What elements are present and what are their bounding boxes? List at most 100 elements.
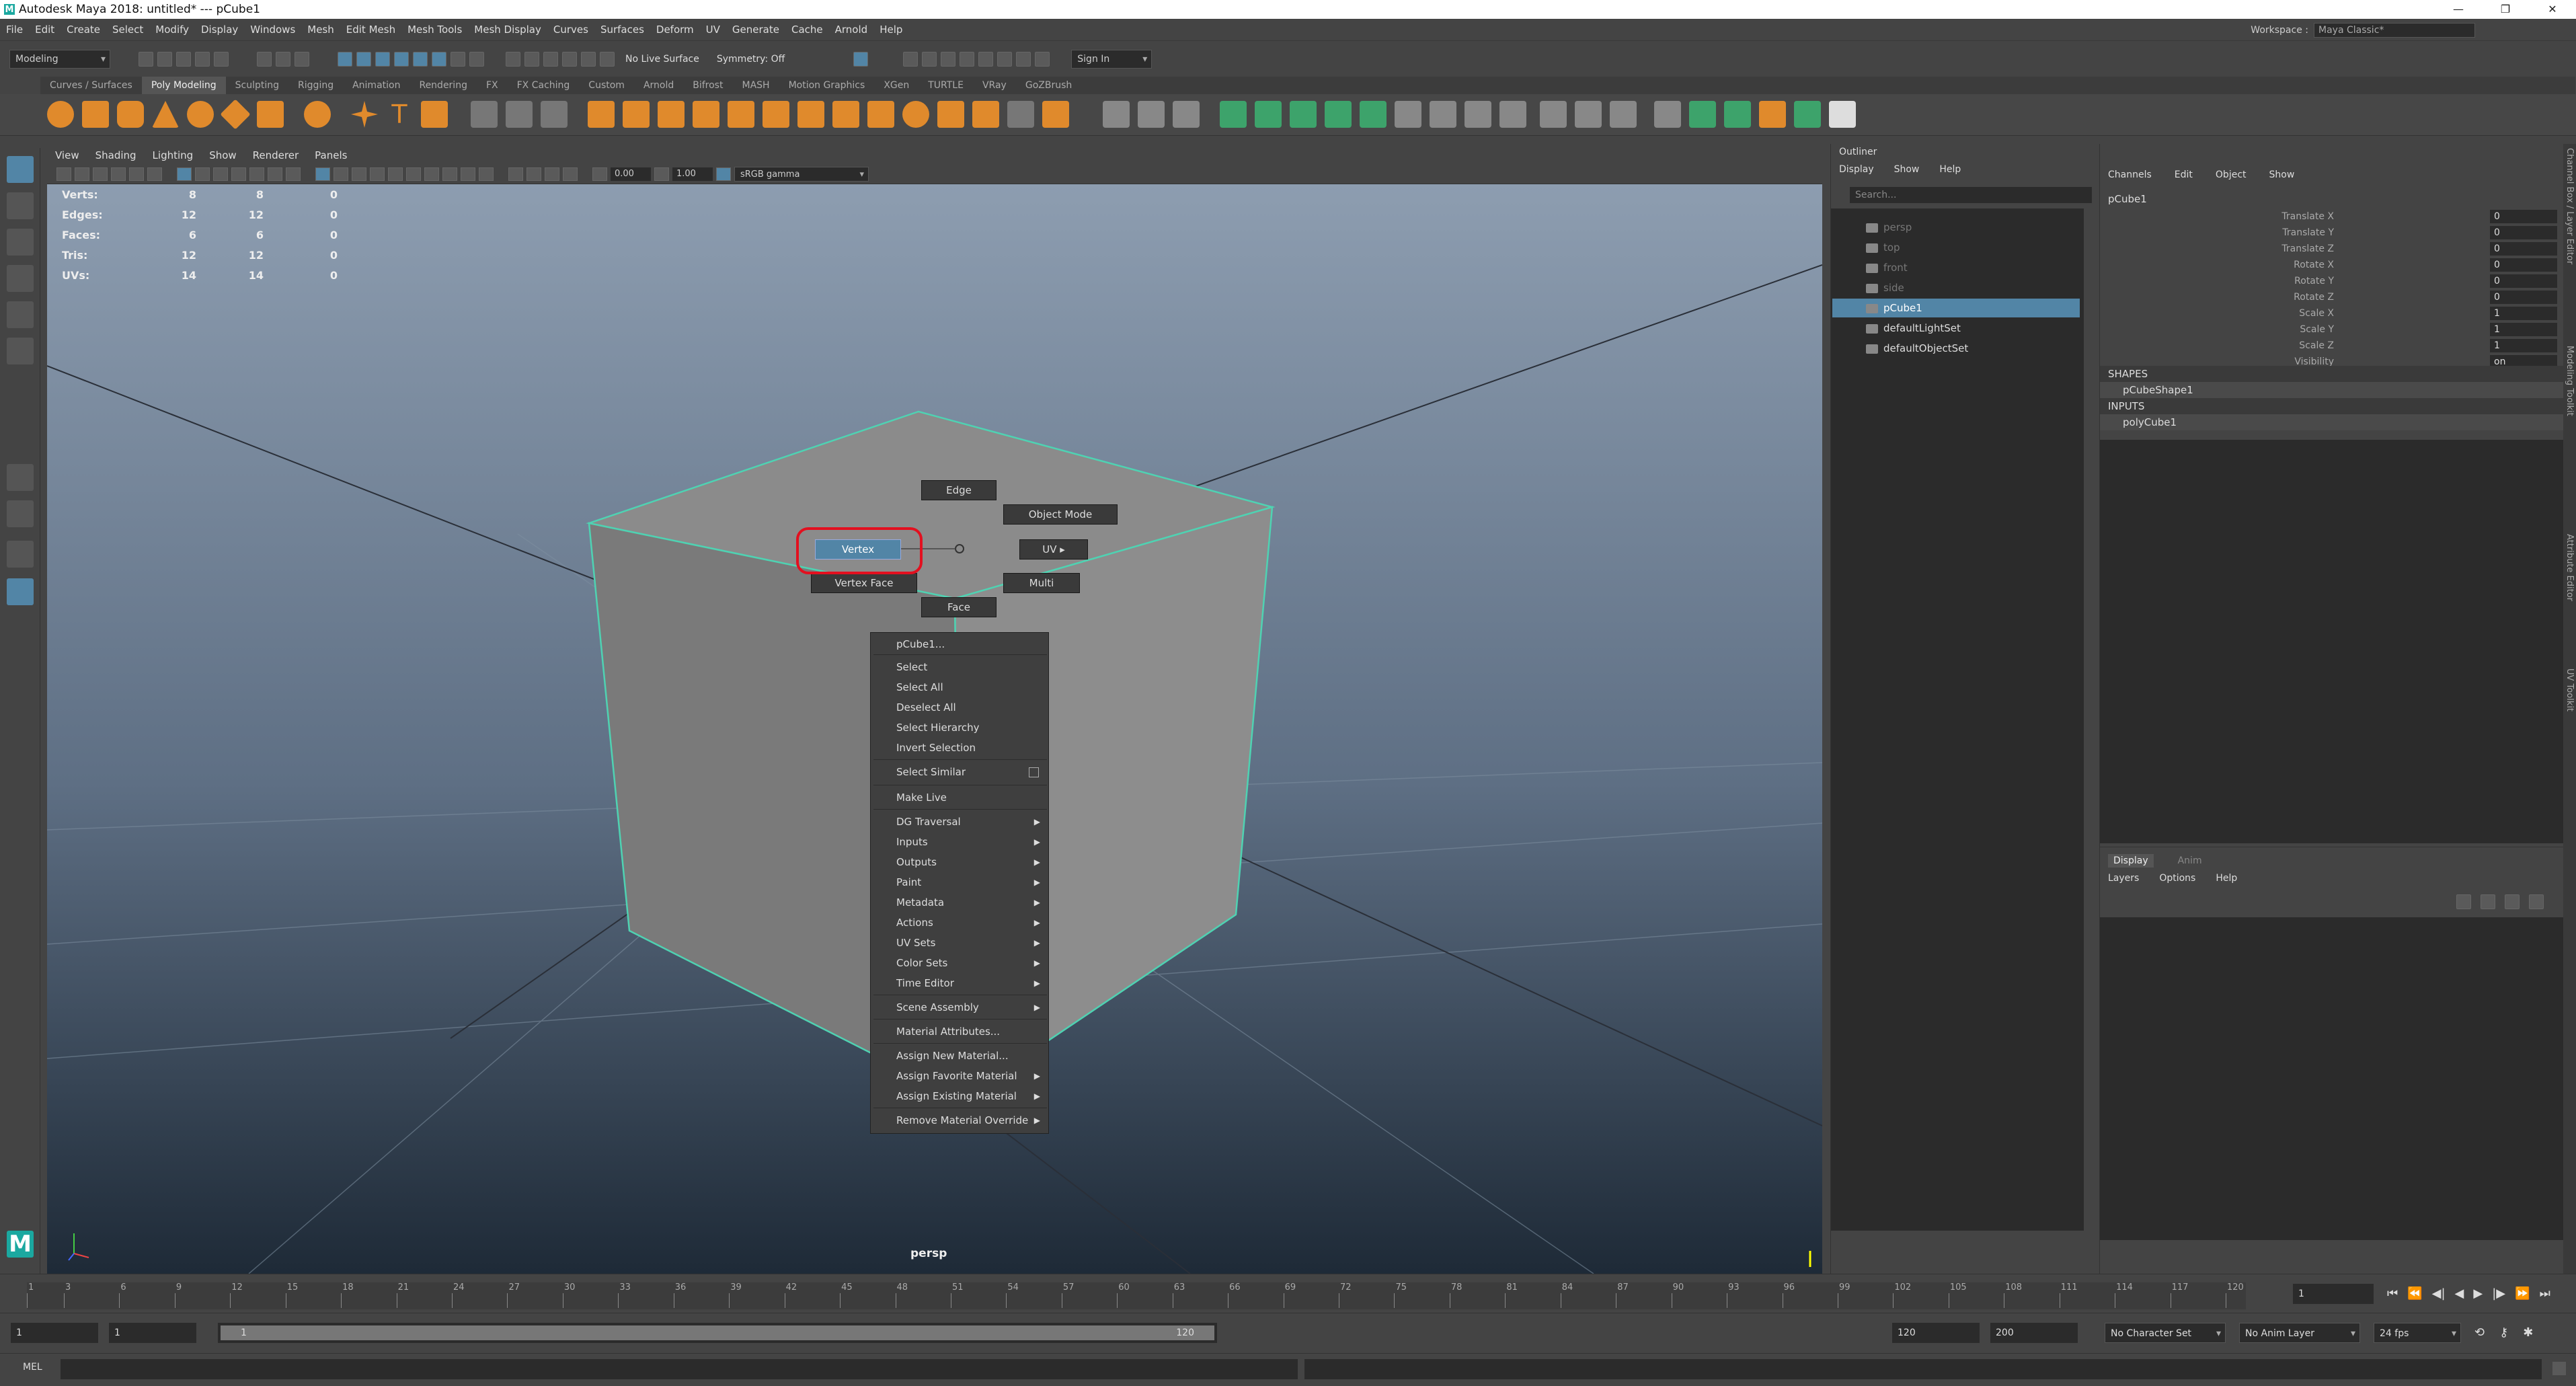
layer-down-icon[interactable] <box>2481 894 2495 909</box>
menu-help[interactable]: Help <box>873 24 908 36</box>
viewport-persp[interactable]: Verts: 8 8 0 Edges: 12 12 0 Faces: 6 6 0 Tris: 12 12 0 U… <box>47 184 1822 1274</box>
shelf-tab-fx-caching[interactable]: FX Caching <box>508 77 580 94</box>
play-forwards-icon[interactable]: ▶ <box>2473 1286 2483 1301</box>
subdivide-icon[interactable] <box>902 101 929 128</box>
use-all-lights-icon[interactable] <box>406 167 421 181</box>
fps-dropdown[interactable]: 24 fps <box>2374 1323 2461 1344</box>
outliner-item-persp[interactable]: persp <box>1866 218 2081 237</box>
shelf-tab-vray[interactable]: VRay <box>973 77 1016 94</box>
side-tab-channel-box-layer-editor[interactable]: Channel Box / Layer Editor <box>2565 148 2575 264</box>
side-tab-modeling-toolkit[interactable]: Modeling Toolkit <box>2565 346 2575 416</box>
menuset-dropdown[interactable]: Modeling <box>9 49 110 69</box>
anim-layer-dropdown[interactable]: No Anim Layer <box>2239 1323 2360 1344</box>
viewport-menu-renderer[interactable]: Renderer <box>245 149 307 161</box>
gate-mask-icon[interactable] <box>231 167 246 181</box>
context-item-remove-material-override[interactable]: Remove Material Override ▶ <box>896 1112 1044 1129</box>
new-scene-icon[interactable] <box>139 51 153 67</box>
context-item-assign-favorite-material[interactable]: Assign Favorite Material ▶ <box>896 1067 1044 1085</box>
bridge-icon[interactable] <box>728 101 754 128</box>
light-icon[interactable] <box>997 51 1013 67</box>
character-set-dropdown[interactable]: No Character Set <box>2105 1323 2226 1344</box>
multi-cut-icon[interactable] <box>1103 101 1130 128</box>
anti-aliasing-icon[interactable] <box>479 167 494 181</box>
film-gate-icon[interactable] <box>195 167 210 181</box>
insert-edge-loop-icon[interactable] <box>1138 101 1165 128</box>
rotate-tool-icon[interactable] <box>7 301 34 328</box>
script-editor-icon[interactable] <box>2552 1362 2566 1375</box>
menu-modify[interactable]: Modify <box>149 24 195 36</box>
redo-icon[interactable] <box>214 51 229 67</box>
smooth-shade-icon[interactable] <box>334 167 348 181</box>
shelf-tab-mash[interactable]: MASH <box>732 77 779 94</box>
bridge-edge-icon[interactable] <box>797 101 824 128</box>
all-icon[interactable] <box>1829 101 1856 128</box>
magnet-icon[interactable] <box>469 51 484 67</box>
xray-joints-icon[interactable] <box>545 167 559 181</box>
super-shape-icon[interactable] <box>351 101 378 128</box>
select-object-icon[interactable] <box>276 51 290 67</box>
svg-icon[interactable] <box>421 101 448 128</box>
menu-create[interactable]: Create <box>61 24 106 36</box>
scene-end-field[interactable]: 200 <box>1990 1323 2078 1343</box>
shelf-tab-motion-graphics[interactable]: Motion Graphics <box>779 77 875 94</box>
channel-attr-value[interactable]: 1 <box>2490 323 2557 336</box>
render-settings-icon[interactable] <box>506 51 520 67</box>
select-tool-icon[interactable] <box>7 156 34 183</box>
channel-menu-edit[interactable]: Edit <box>2175 169 2193 180</box>
isolate-select-icon[interactable] <box>508 167 523 181</box>
viewport-menu-show[interactable]: Show <box>201 149 244 161</box>
channel-attr-rotate-y[interactable]: Rotate Y 0 <box>2100 273 2564 289</box>
bevel-icon[interactable] <box>763 101 789 128</box>
menu-display[interactable]: Display <box>195 24 244 36</box>
anim-prefs-icon[interactable]: ✱ <box>2523 1325 2533 1340</box>
channel-attr-value[interactable]: 0 <box>2490 274 2557 288</box>
boolean-icon[interactable] <box>588 101 615 128</box>
wedge-icon[interactable] <box>1007 101 1034 128</box>
menu-uv[interactable]: UV <box>700 24 726 36</box>
outliner-item-defaultlightset[interactable]: defaultLightSet <box>1866 319 2081 338</box>
loop-icon[interactable]: ⟲ <box>2474 1325 2485 1340</box>
textured-icon[interactable] <box>388 167 403 181</box>
poke-icon[interactable] <box>972 101 999 128</box>
step-forward-key-icon[interactable]: ⏩ <box>2515 1286 2530 1301</box>
shelf-tab-gozbrush[interactable]: GoZBrush <box>1016 77 1081 94</box>
layer-tab-anim[interactable]: Anim <box>2173 854 2208 868</box>
live-surface-label[interactable]: No Live Surface <box>619 54 706 65</box>
grease-pencil-icon[interactable] <box>147 167 162 181</box>
outliner-item-defaultobjectset[interactable]: defaultObjectSet <box>1866 339 2081 358</box>
new-layer-icon[interactable] <box>2505 894 2520 909</box>
poly-sphere-icon[interactable] <box>47 101 74 128</box>
wireframe-on-shaded-icon[interactable] <box>370 167 385 181</box>
move-tool-icon[interactable] <box>7 265 34 292</box>
layer-menu-help[interactable]: Help <box>2216 873 2237 884</box>
range-slider-handle[interactable]: 1 120 <box>221 1325 1214 1340</box>
uv-auto-icon[interactable] <box>1325 101 1352 128</box>
current-frame-field[interactable]: 1 <box>2293 1284 2374 1304</box>
extrude-icon[interactable] <box>693 101 719 128</box>
shelf-tab-fx[interactable]: FX <box>477 77 508 94</box>
channel-attr-translate-y[interactable]: Translate Y 0 <box>2100 225 2564 241</box>
color-management-icon[interactable] <box>716 167 731 181</box>
ambient-occlusion-icon[interactable] <box>442 167 457 181</box>
channel-attr-value[interactable]: 0 <box>2490 226 2557 239</box>
resolution-gate-icon[interactable] <box>213 167 228 181</box>
persp-outliner-icon[interactable] <box>7 541 34 568</box>
pause-icon[interactable] <box>978 51 994 67</box>
append-polygon-icon[interactable] <box>867 101 894 128</box>
select-hierarchy-icon[interactable] <box>257 51 272 67</box>
context-item-select-all[interactable]: Select All <box>896 679 1044 696</box>
br-icon[interactable] <box>1540 101 1567 128</box>
poly-cube-icon[interactable] <box>82 101 109 128</box>
save-scene-icon[interactable] <box>176 51 191 67</box>
channel-attr-scale-z[interactable]: Scale Z 1 <box>2100 338 2564 354</box>
camera-attr-icon[interactable] <box>75 167 89 181</box>
circularize-icon[interactable] <box>1042 101 1069 128</box>
go-to-start-icon[interactable]: ⏮ <box>2387 1286 2398 1301</box>
context-item-dg-traversal[interactable]: DG Traversal ▶ <box>896 813 1044 831</box>
outliner-menu-display[interactable]: Display <box>1839 164 1874 175</box>
ipr-render-icon[interactable] <box>543 51 558 67</box>
show-modeling-toolkit-icon[interactable] <box>853 51 869 67</box>
menu-surfaces[interactable]: Surfaces <box>594 24 650 36</box>
outliner-item-pcube1[interactable]: pCube1 <box>1832 299 2080 317</box>
material-icon[interactable] <box>1575 101 1602 128</box>
